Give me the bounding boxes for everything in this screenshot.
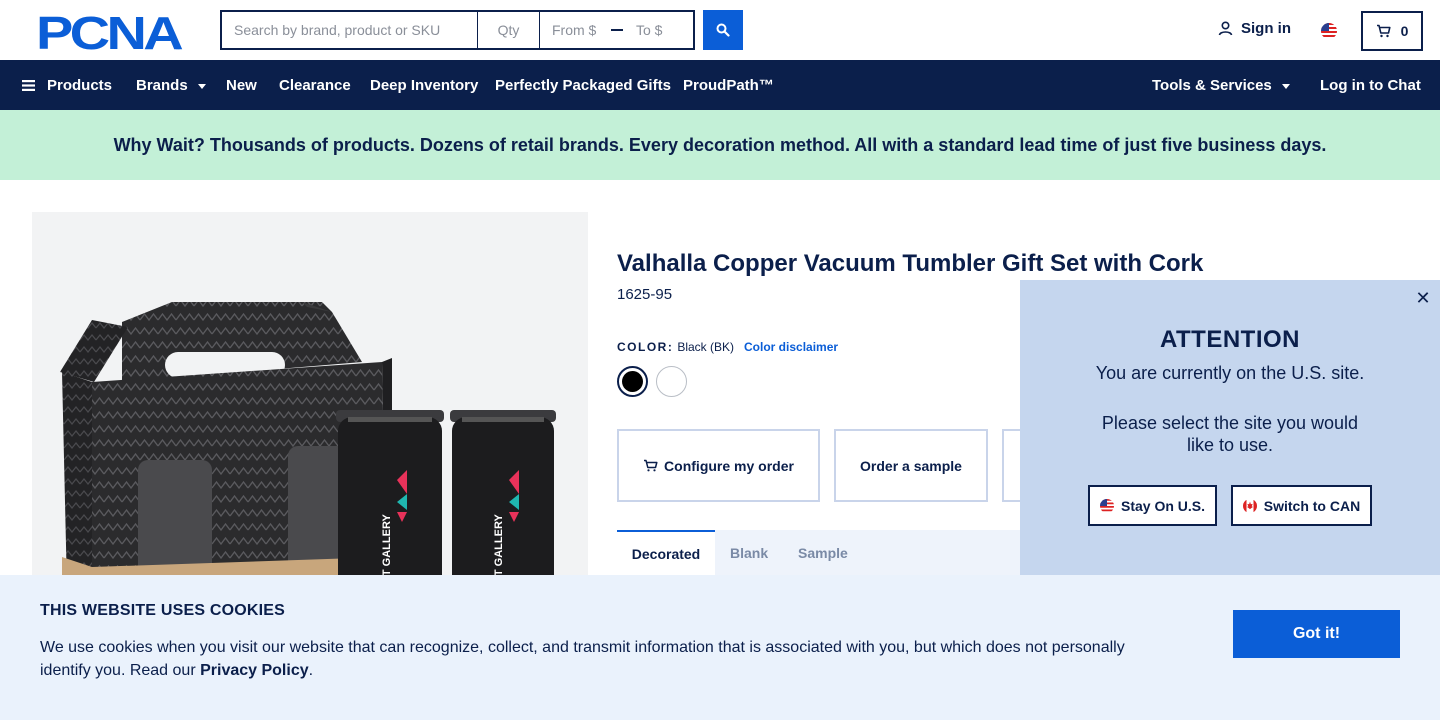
svg-text:™: ™ bbox=[175, 47, 180, 52]
configure-order-button[interactable]: Configure my order bbox=[617, 429, 820, 502]
nav-perfectly-packaged-gifts[interactable]: Perfectly Packaged Gifts bbox=[495, 60, 671, 110]
pcna-logo[interactable]: PCNA ™ bbox=[36, 12, 184, 52]
search-button[interactable] bbox=[703, 10, 743, 50]
promo-text: Why Wait? Thousands of products. Dozens … bbox=[113, 134, 1327, 155]
nav-new-label: New bbox=[226, 76, 257, 94]
order-sample-button[interactable]: Order a sample bbox=[834, 429, 988, 502]
price-to-input[interactable] bbox=[624, 12, 693, 48]
tab-sample-label: Sample bbox=[798, 544, 848, 561]
cart-icon bbox=[644, 459, 658, 472]
nav-new[interactable]: New bbox=[226, 60, 257, 110]
swatch-white[interactable] bbox=[656, 366, 687, 397]
sign-in-link[interactable]: Sign in bbox=[1218, 20, 1291, 37]
cookie-text: We use cookies when you visit our websit… bbox=[40, 636, 1150, 682]
order-sample-label: Order a sample bbox=[860, 457, 962, 474]
cart-count: 0 bbox=[1400, 23, 1409, 39]
attention-current-site-text: You are currently on the U.S. site. bbox=[1095, 363, 1365, 383]
nav-deep-inventory-label: Deep Inventory bbox=[370, 76, 479, 94]
stay-on-us-button[interactable]: Stay On U.S. bbox=[1088, 485, 1217, 526]
tab-decorated[interactable]: Decorated bbox=[617, 530, 715, 575]
nav-tools-services[interactable]: Tools & Services bbox=[1152, 60, 1290, 110]
stay-on-us-label: Stay On U.S. bbox=[1120, 497, 1206, 514]
logo-text: PCNA bbox=[36, 12, 182, 52]
search-bar bbox=[220, 10, 695, 50]
nav-chat-label: Log in to Chat bbox=[1320, 76, 1421, 94]
promo-banner: Why Wait? Thousands of products. Dozens … bbox=[0, 110, 1440, 180]
us-flag-icon[interactable] bbox=[1321, 23, 1337, 39]
nav-tools-services-label: Tools & Services bbox=[1152, 76, 1272, 94]
configure-order-label: Configure my order bbox=[664, 457, 794, 474]
chevron-down-icon bbox=[1281, 83, 1290, 89]
close-icon[interactable]: ✕ bbox=[1414, 288, 1432, 308]
sign-in-label: Sign in bbox=[1241, 20, 1291, 37]
got-it-button[interactable]: Got it! bbox=[1233, 610, 1400, 658]
switch-to-can-label: Switch to CAN bbox=[1263, 497, 1361, 514]
color-label: COLOR: bbox=[617, 340, 674, 354]
color-row: COLOR: Black (BK) Color disclaimer bbox=[617, 340, 838, 354]
attention-title: ATTENTION bbox=[1159, 326, 1301, 353]
nav-proudpath-label: ProudPath™ bbox=[683, 76, 774, 94]
qty-input[interactable] bbox=[478, 12, 540, 48]
main-navigation: Products Brands New Clearance Deep Inven… bbox=[0, 60, 1440, 110]
search-input[interactable] bbox=[222, 12, 478, 48]
product-sku: 1625-95 bbox=[617, 286, 673, 303]
cookie-period: . bbox=[308, 662, 314, 679]
tab-blank-label: Blank bbox=[730, 544, 769, 561]
swatch-black[interactable] bbox=[617, 366, 648, 397]
us-flag-icon bbox=[1099, 498, 1114, 513]
privacy-policy-link[interactable]: Privacy Policy bbox=[200, 662, 309, 679]
product-title: Valhalla Copper Vacuum Tumbler Gift Set … bbox=[617, 250, 1204, 277]
color-disclaimer-link[interactable]: Color disclaimer bbox=[744, 340, 838, 354]
nav-products-label: Products bbox=[47, 76, 113, 94]
nav-log-in-to-chat[interactable]: Log in to Chat bbox=[1320, 60, 1421, 110]
tab-decorated-label: Decorated bbox=[631, 545, 701, 562]
attention-select-site-text: Please select the site you would like to… bbox=[1101, 413, 1359, 455]
top-header: PCNA ™ Sign in bbox=[0, 0, 1440, 60]
canada-flag-icon bbox=[1242, 498, 1257, 513]
switch-to-can-button[interactable]: Switch to CAN bbox=[1231, 485, 1372, 526]
search-icon bbox=[716, 23, 730, 37]
nav-perfectly-packaged-gifts-label: Perfectly Packaged Gifts bbox=[495, 76, 671, 94]
menu-icon bbox=[22, 79, 35, 91]
nav-products[interactable]: Products bbox=[22, 60, 112, 110]
cookie-title: THIS WEBSITE USES COOKIES bbox=[40, 602, 286, 619]
cart-button[interactable]: 0 bbox=[1361, 11, 1423, 51]
price-from-input[interactable] bbox=[540, 12, 610, 48]
chevron-down-icon bbox=[197, 83, 206, 89]
nav-clearance-label: Clearance bbox=[279, 76, 351, 94]
cart-icon bbox=[1376, 24, 1391, 38]
nav-brands-label: Brands bbox=[136, 76, 188, 94]
nav-clearance[interactable]: Clearance bbox=[279, 60, 351, 110]
price-range-dash bbox=[610, 12, 624, 48]
nav-proudpath[interactable]: ProudPath™ bbox=[683, 60, 774, 110]
user-icon bbox=[1218, 21, 1233, 36]
nav-deep-inventory[interactable]: Deep Inventory bbox=[370, 60, 478, 110]
nav-brands[interactable]: Brands bbox=[136, 60, 206, 110]
color-value: Black (BK) bbox=[677, 340, 735, 354]
tab-sample[interactable]: Sample bbox=[798, 530, 848, 575]
tab-blank[interactable]: Blank bbox=[730, 530, 768, 575]
